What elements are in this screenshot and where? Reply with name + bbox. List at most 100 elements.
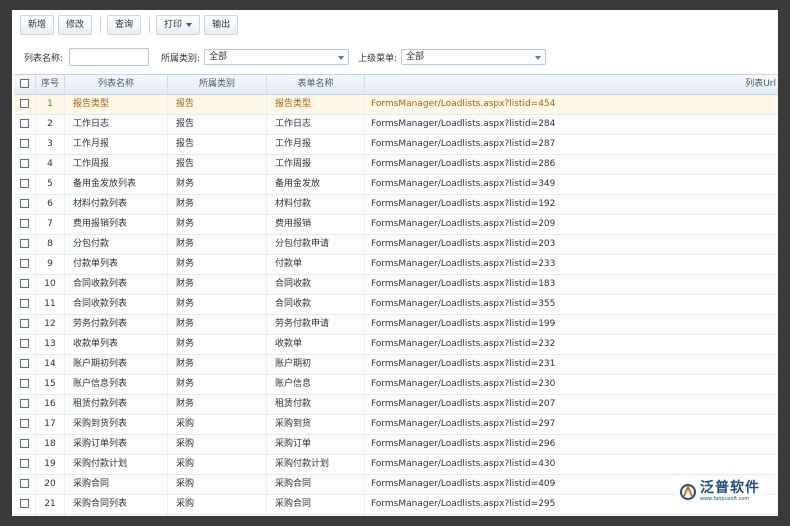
cell-form: 收款单 [267, 335, 365, 354]
row-checkbox[interactable] [14, 95, 36, 114]
table-row[interactable]: 8 分包付款 财务 分包付款申请 FormsManager/Loadlists.aspx… [14, 235, 778, 255]
header-url[interactable]: 列表Url [365, 75, 778, 94]
query-button[interactable]: 查询 [107, 15, 142, 35]
row-checkbox[interactable] [14, 215, 36, 234]
print-button[interactable]: 打印 [156, 15, 201, 35]
cell-form: 采购计划 [267, 515, 365, 516]
row-checkbox[interactable] [14, 415, 36, 434]
cell-category: 财务 [168, 275, 267, 294]
table-row[interactable]: 4 工作周报 报告 工作周报 FormsManager/Loadlists.aspx?l… [14, 155, 778, 175]
select-all-checkbox[interactable] [14, 75, 36, 94]
cell-form: 劳务付款申请 [267, 315, 365, 334]
category-select[interactable]: 全部 [204, 49, 350, 65]
table-row[interactable]: 20 采购合同 采购 采购合同 FormsManager/Loadlists.aspx?… [14, 475, 778, 495]
row-checkbox[interactable] [14, 315, 36, 334]
table-row[interactable]: 19 采购付款计划 采购 采购付款计划 FormsManager/Loadlists.a… [14, 455, 778, 475]
row-checkbox[interactable] [14, 455, 36, 474]
checkbox-icon [20, 439, 29, 448]
list-name-input[interactable] [69, 48, 150, 66]
row-checkbox[interactable] [14, 155, 36, 174]
cell-name: 备用金发放列表 [65, 175, 168, 194]
cell-form: 费用报销 [267, 215, 365, 234]
data-grid: 序号 列表名称 所属类别 表单名称 列表Url 1 报告类型 报告 报告类型 Forms… [14, 74, 778, 516]
row-checkbox[interactable] [14, 295, 36, 314]
table-row[interactable]: 5 备用金发放列表 财务 备用金发放 FormsManager/Loadlists.as… [14, 175, 778, 195]
cell-url: FormsManager/Loadlists.aspx?listid=203 [371, 239, 556, 249]
cell-name: 收款单列表 [65, 335, 168, 354]
row-checkbox[interactable] [14, 135, 36, 154]
table-row[interactable]: 17 采购到货列表 采购 采购到货 FormsManager/Loadlists.asp… [14, 415, 778, 435]
cell-num: 9 [36, 255, 65, 274]
table-row[interactable]: 12 劳务付款列表 财务 劳务付款申请 FormsManager/Loadlists.a… [14, 315, 778, 335]
row-checkbox[interactable] [14, 115, 36, 134]
row-checkbox[interactable] [14, 195, 36, 214]
row-checkbox[interactable] [14, 515, 36, 516]
parent-menu-label: 上级菜单: [358, 53, 398, 64]
row-checkbox[interactable] [14, 375, 36, 394]
row-checkbox[interactable] [14, 235, 36, 254]
cell-name: 账户信息列表 [65, 375, 168, 394]
category-select-value: 全部 [209, 52, 228, 62]
checkbox-icon [20, 339, 29, 348]
table-row[interactable]: 15 账户信息列表 财务 账户信息 FormsManager/Loadlists.asp… [14, 375, 778, 395]
toolbar-separator [149, 17, 151, 33]
cell-url: FormsManager/Loadlists.aspx?listid=287 [371, 139, 556, 149]
cell-url: FormsManager/Loadlists.aspx?listid=199 [371, 319, 556, 329]
row-checkbox[interactable] [14, 475, 36, 494]
row-checkbox[interactable] [14, 495, 36, 514]
table-row[interactable]: 2 工作日志 报告 工作日志 FormsManager/Loadlists.aspx?l… [14, 115, 778, 135]
add-button[interactable]: 新增 [20, 15, 55, 35]
row-checkbox[interactable] [14, 395, 36, 414]
cell-url: FormsManager/Loadlists.aspx?listid=192 [371, 199, 556, 209]
cell-form: 分包付款申请 [267, 235, 365, 254]
cell-form: 备用金发放 [267, 175, 365, 194]
cell-url: FormsManager/Loadlists.aspx?listid=233 [371, 259, 556, 269]
cell-num: 16 [36, 395, 65, 414]
table-row[interactable]: 13 收款单列表 财务 收款单 FormsManager/Loadlists.aspx?… [14, 335, 778, 355]
row-checkbox[interactable] [14, 355, 36, 374]
table-row[interactable]: 7 费用报销列表 财务 费用报销 FormsManager/Loadlists.aspx… [14, 215, 778, 235]
cell-num: 3 [36, 135, 65, 154]
cell-url: FormsManager/Loadlists.aspx?listid=297 [371, 419, 556, 429]
row-checkbox[interactable] [14, 335, 36, 354]
cell-num: 13 [36, 335, 65, 354]
cell-form: 付款单 [267, 255, 365, 274]
table-row[interactable]: 6 材料付款列表 财务 材料付款 FormsManager/Loadlists.aspx… [14, 195, 778, 215]
table-row[interactable]: 1 报告类型 报告 报告类型 FormsManager/Loadlists.aspx?l… [14, 95, 778, 115]
checkbox-icon [20, 79, 29, 88]
brand-watermark: 泛普软件 www.fanpusoft.com [675, 479, 764, 504]
export-button[interactable]: 输出 [204, 15, 239, 35]
table-row[interactable]: 11 合同收款列表 财务 合同收款 FormsManager/Loadlists.asp… [14, 295, 778, 315]
header-num[interactable]: 序号 [36, 75, 65, 94]
table-row[interactable]: 22采购计划列表采购采购计划FormsManager/Loadlists.asp… [14, 515, 778, 516]
table-row[interactable]: 9 付款单列表 财务 付款单 FormsManager/Loadlists.aspx?l… [14, 255, 778, 275]
header-form[interactable]: 表单名称 [267, 75, 365, 94]
header-name[interactable]: 列表名称 [65, 75, 168, 94]
edit-button[interactable]: 修改 [58, 15, 93, 35]
cell-name: 分包付款 [65, 235, 168, 254]
row-checkbox[interactable] [14, 255, 36, 274]
table-row[interactable]: 16 租赁付款列表 财务 租赁付款 FormsManager/Loadlists.asp… [14, 395, 778, 415]
cell-name: 合同收款列表 [65, 275, 168, 294]
table-row[interactable]: 14 账户期初列表 财务 账户期初 FormsManager/Loadlists.asp… [14, 355, 778, 375]
cell-name: 付款单列表 [65, 255, 168, 274]
table-row[interactable]: 18 采购订单列表 采购 采购订单 FormsManager/Loadlists.asp… [14, 435, 778, 455]
cell-form: 报告类型 [267, 95, 365, 114]
table-row[interactable]: 3 工作月报 报告 工作月报 FormsManager/Loadlists.aspx?l… [14, 135, 778, 155]
row-checkbox[interactable] [14, 175, 36, 194]
cell-form: 租赁付款 [267, 395, 365, 414]
checkbox-icon [20, 259, 29, 268]
row-checkbox[interactable] [14, 435, 36, 454]
checkbox-icon [20, 99, 29, 108]
list-name-label: 列表名称: [24, 53, 64, 64]
table-row[interactable]: 21 采购合同列表 采购 采购合同 FormsManager/Loadlists.asp… [14, 495, 778, 515]
cell-url: FormsManager/Loadlists.aspx?listid=430 [371, 459, 556, 469]
table-row[interactable]: 10 合同收款列表 财务 合同收款 FormsManager/Loadlists.asp… [14, 275, 778, 295]
cell-name: 工作月报 [65, 135, 168, 154]
row-checkbox[interactable] [14, 275, 36, 294]
cell-num: 7 [36, 215, 65, 234]
cell-url: FormsManager/Loadlists.aspx?listid=286 [371, 159, 556, 169]
header-category[interactable]: 所属类别 [168, 75, 267, 94]
cell-form: 账户信息 [267, 375, 365, 394]
parent-menu-select[interactable]: 全部 [401, 49, 547, 65]
